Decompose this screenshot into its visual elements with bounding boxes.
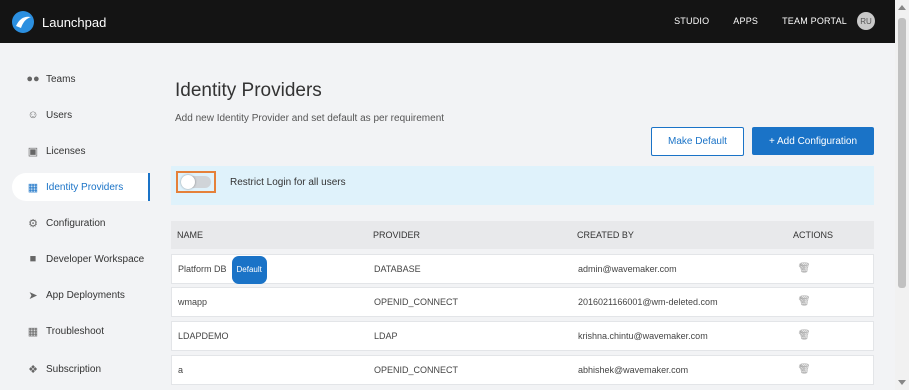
table-row[interactable]: Platform DB Default DATABASE admin@wavema… xyxy=(171,254,874,284)
scrollbar-thumb[interactable] xyxy=(898,18,906,288)
cell-created-by: abhishek@wavemaker.com xyxy=(578,365,689,375)
table-row[interactable]: a OPENID_CONNECT abhishek@wavemaker.com … xyxy=(171,355,874,385)
brand[interactable]: Launchpad xyxy=(12,11,106,33)
restrict-login-panel: Restrict Login for all users xyxy=(171,166,874,205)
toggle-track xyxy=(181,175,211,189)
users-icon: ☺ xyxy=(27,109,39,121)
troubleshoot-icon: ▦ xyxy=(27,325,39,338)
table-header: NAME PROVIDER CREATED BY ACTIONS xyxy=(171,221,874,249)
cell-provider: OPENID_CONNECT xyxy=(374,365,459,375)
delete-icon[interactable]: 🗑 xyxy=(798,255,811,283)
cell-provider: DATABASE xyxy=(374,264,421,274)
page-title: Identity Providers xyxy=(175,80,322,101)
sidebar: ●● Teams ☺ Users ▣ Licenses ▦ Identity P… xyxy=(0,43,150,390)
table-row[interactable]: wmapp OPENID_CONNECT 2016021166001@wm-de… xyxy=(171,287,874,317)
deployments-icon: ➤ xyxy=(28,289,38,302)
scroll-down-icon[interactable] xyxy=(898,380,906,385)
page-subtitle: Add new Identity Provider and set defaul… xyxy=(175,113,445,124)
toggle-knob xyxy=(181,175,195,189)
table-row[interactable]: LDAPDEMO LDAP krishna.chintu@wavemaker.c… xyxy=(171,321,874,351)
sidebar-item-label: Troubleshoot xyxy=(46,325,104,337)
sidebar-item-developer-workspace[interactable]: ■ Developer Workspace xyxy=(12,245,150,273)
sidebar-item-app-deployments[interactable]: ➤ App Deployments xyxy=(12,281,150,309)
delete-icon[interactable]: 🗑 xyxy=(798,356,811,384)
identity-icon: ▦ xyxy=(27,181,39,194)
sidebar-item-label: Teams xyxy=(46,73,76,85)
cell-created-by: admin@wavemaker.com xyxy=(578,264,677,274)
cell-name: wmapp xyxy=(178,297,208,307)
col-provider: PROVIDER xyxy=(373,230,421,240)
cell-provider: LDAP xyxy=(374,331,398,341)
top-bar: Launchpad STUDIO APPS TEAM PORTAL RU xyxy=(0,0,895,43)
cell-created-by: krishna.chintu@wavemaker.com xyxy=(578,331,708,341)
nav-apps[interactable]: APPS xyxy=(733,16,758,26)
cell-provider: OPENID_CONNECT xyxy=(374,297,459,307)
sidebar-item-label: Licenses xyxy=(46,145,86,157)
sidebar-item-label: Identity Providers xyxy=(46,181,124,193)
cell-created-by: 2016021166001@wm-deleted.com xyxy=(578,297,718,307)
cell-name: a xyxy=(178,365,184,375)
make-default-button[interactable]: Make Default xyxy=(651,127,744,156)
sidebar-item-users[interactable]: ☺ Users xyxy=(12,101,150,129)
cell-name: LDAPDEMO xyxy=(178,331,229,341)
sidebar-item-configuration[interactable]: ⚙ Configuration xyxy=(12,209,150,237)
avatar[interactable]: RU xyxy=(857,12,875,30)
nav-studio[interactable]: STUDIO xyxy=(674,16,709,26)
cell-name: Platform DB Default xyxy=(178,255,267,284)
sidebar-item-label: Subscription xyxy=(46,363,102,375)
sidebar-item-label: Users xyxy=(46,109,73,121)
licenses-icon: ▣ xyxy=(27,145,39,158)
page-scrollbar[interactable] xyxy=(895,0,909,390)
sidebar-item-label: Developer Workspace xyxy=(46,253,145,265)
restrict-login-toggle[interactable] xyxy=(176,171,216,193)
col-actions: ACTIONS xyxy=(793,230,834,240)
restrict-login-label: Restrict Login for all users xyxy=(230,177,346,188)
sidebar-item-label: Configuration xyxy=(46,217,106,229)
col-created-by: CREATED BY xyxy=(577,230,634,240)
sidebar-item-troubleshoot[interactable]: ▦ Troubleshoot xyxy=(12,317,150,345)
default-badge: Default xyxy=(231,255,267,284)
scroll-up-icon[interactable] xyxy=(898,5,906,10)
sidebar-item-licenses[interactable]: ▣ Licenses xyxy=(12,137,150,165)
sidebar-item-label: App Deployments xyxy=(46,289,125,301)
nav-team-portal[interactable]: TEAM PORTAL xyxy=(782,16,847,26)
configuration-icon: ⚙ xyxy=(28,217,38,230)
launchpad-logo-icon xyxy=(12,11,34,33)
add-configuration-button[interactable]: + Add Configuration xyxy=(752,127,874,155)
workspace-icon: ■ xyxy=(29,253,37,265)
delete-icon[interactable]: 🗑 xyxy=(798,288,811,316)
col-name: NAME xyxy=(177,230,204,240)
subscription-icon: ❖ xyxy=(28,363,38,376)
sidebar-item-subscription[interactable]: ❖ Subscription xyxy=(12,355,150,383)
delete-icon[interactable]: 🗑 xyxy=(798,322,811,350)
sidebar-item-identity-providers[interactable]: ▦ Identity Providers xyxy=(12,173,150,201)
app-name: Launchpad xyxy=(42,14,107,30)
teams-icon: ●● xyxy=(26,73,40,85)
sidebar-item-teams[interactable]: ●● Teams xyxy=(12,65,150,93)
top-nav: STUDIO APPS TEAM PORTAL RU xyxy=(650,12,875,30)
main-content: Identity Providers Add new Identity Prov… xyxy=(150,43,895,390)
